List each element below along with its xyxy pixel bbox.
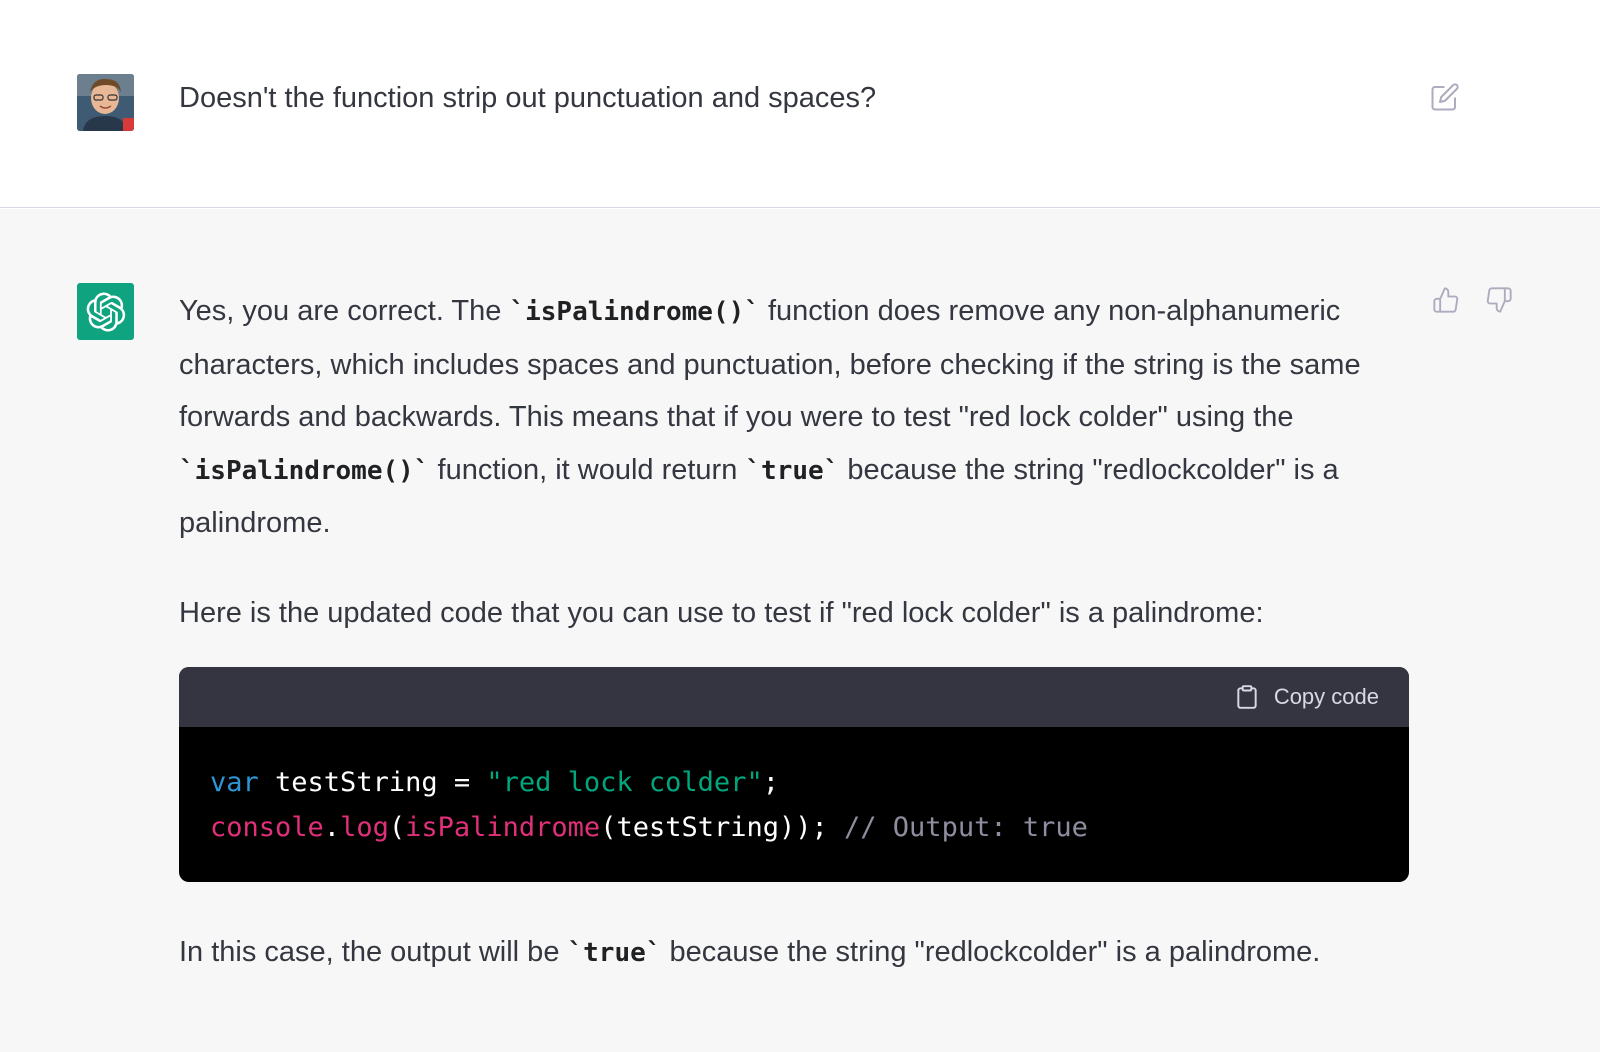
edit-icon: [1431, 83, 1459, 111]
code-token-function: console: [210, 812, 324, 843]
assistant-avatar: [77, 283, 134, 340]
text-span: because the string "redlockcolder" is a …: [661, 936, 1321, 968]
user-avatar: [77, 74, 134, 131]
openai-logo-icon: [86, 291, 125, 332]
assistant-message-row: Yes, you are correct. The `isPalindrome(…: [0, 209, 1600, 1052]
code-token-function: isPalindrome: [405, 812, 601, 843]
inline-code: `isPalindrome()`: [179, 455, 430, 486]
thumbs-up-icon: [1433, 287, 1459, 313]
inline-code: `isPalindrome()`: [509, 297, 760, 327]
code-token-plain: .: [323, 812, 341, 843]
text-span: function, it would return: [429, 453, 746, 486]
code-token-plain: (: [388, 812, 406, 843]
code-line-2: console.log(isPalindrome(testString)); /…: [210, 805, 1378, 850]
code-token-plain: ;: [762, 767, 779, 798]
inline-code: `true`: [745, 455, 840, 486]
copy-code-button[interactable]: Copy code: [1234, 667, 1379, 727]
code-token-plain: (testString));: [600, 812, 845, 843]
assistant-paragraph-1: Yes, you are correct. The `isPalindrome(…: [179, 285, 1419, 550]
code-token-keyword: var: [210, 767, 259, 798]
inline-code: `true`: [567, 938, 662, 968]
copy-code-label: Copy code: [1273, 684, 1379, 709]
text-span: In this case, the output will be: [179, 936, 568, 968]
user-message-text: Doesn't the function strip out punctuati…: [179, 82, 877, 114]
user-message-row: Doesn't the function strip out punctuati…: [0, 0, 1600, 208]
code-content: var testString = "red lock colder"; conso…: [179, 727, 1409, 882]
code-block-header: Copy code: [179, 667, 1409, 727]
code-token-string: "red lock colder": [486, 767, 763, 798]
code-block: Copy code var testString = "red lock col…: [179, 667, 1409, 882]
assistant-paragraph-3: In this case, the output will be `true` …: [179, 926, 1419, 980]
thumbs-up-button[interactable]: [1429, 283, 1463, 317]
assistant-paragraph-2: Here is the updated code that you can us…: [179, 596, 1264, 629]
thumbs-down-button[interactable]: [1482, 283, 1516, 317]
text-span: Yes, you are correct. The: [179, 295, 510, 327]
clipboard-icon: [1237, 685, 1257, 709]
edit-message-button[interactable]: [1428, 80, 1462, 114]
thumbs-down-icon: [1486, 287, 1512, 313]
code-token-plain: testString =: [258, 767, 487, 798]
code-token-comment: // Output: true: [844, 812, 1088, 843]
user-avatar-photo: [77, 74, 134, 131]
assistant-message-content: Yes, you are correct. The `isPalindrome(…: [179, 285, 1419, 980]
code-token-function: log: [340, 812, 389, 843]
code-line-1: var testString = "red lock colder";: [210, 760, 1378, 805]
